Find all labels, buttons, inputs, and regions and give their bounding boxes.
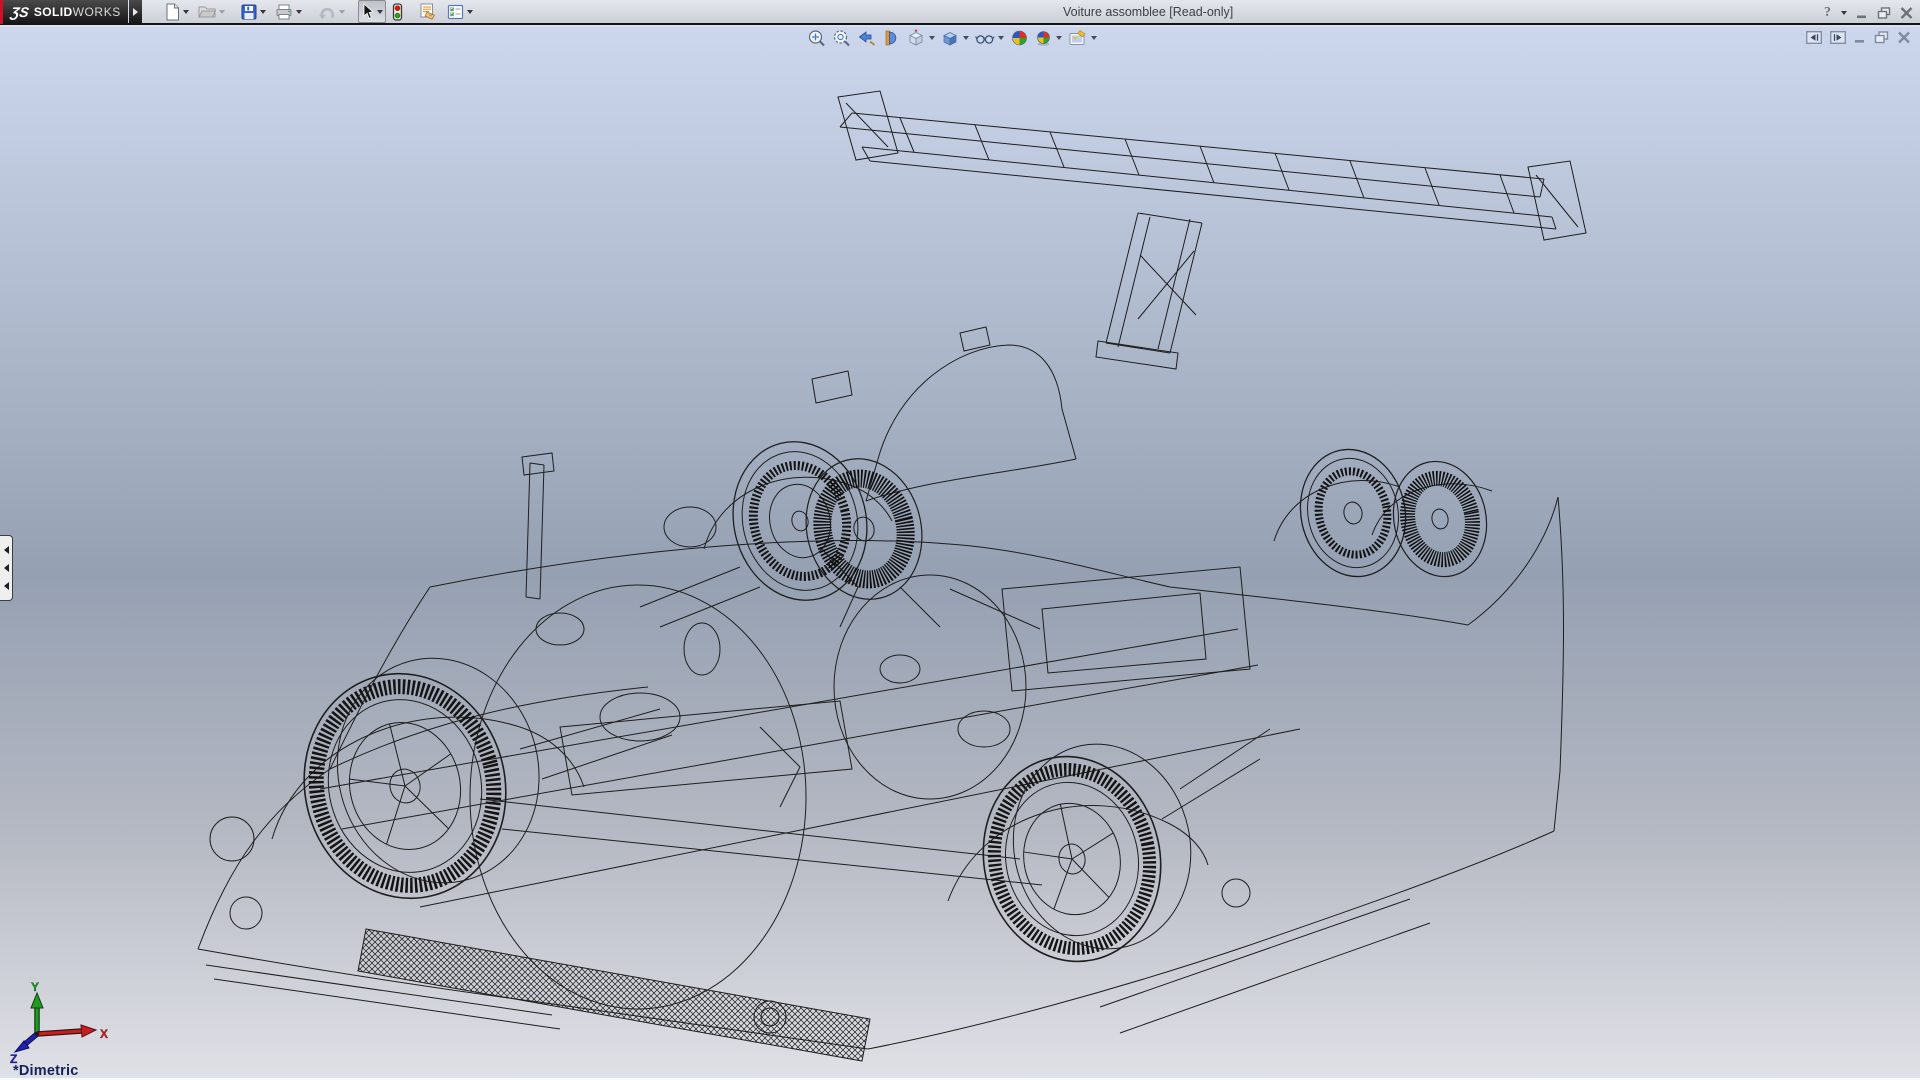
options-button[interactable] — [444, 0, 476, 23]
view-orientation-label: *Dimetric — [13, 1063, 78, 1079]
chevron-down-icon[interactable] — [963, 36, 969, 40]
brake-disc-rear-far — [1383, 453, 1497, 586]
chevron-down-icon[interactable] — [1091, 36, 1097, 40]
print-button[interactable] — [272, 0, 305, 23]
new-document-button[interactable] — [162, 0, 192, 23]
logo-text-light: WORKS — [73, 5, 121, 19]
apply-scene-icon — [1034, 29, 1053, 47]
model-wireframe[interactable] — [0, 27, 1920, 1080]
restore-button[interactable] — [1877, 7, 1891, 19]
wheel-rear-near — [963, 727, 1211, 978]
select-cursor-icon — [361, 3, 374, 20]
restore-icon — [1874, 31, 1889, 44]
left-arrow-icon — [4, 546, 9, 554]
minimize-button[interactable] — [1856, 7, 1868, 19]
view-settings-button[interactable] — [1067, 28, 1099, 48]
display-style-button[interactable] — [940, 28, 971, 48]
solidworks-logo: ƷS SOLID WORKS — [0, 0, 128, 24]
document-close-button[interactable] — [1897, 31, 1911, 44]
chevron-down-icon[interactable] — [929, 36, 935, 40]
display-style-icon — [941, 29, 960, 47]
file-properties-button[interactable] — [416, 0, 441, 23]
document-restore-button[interactable] — [1874, 31, 1889, 44]
minimize-icon — [1856, 7, 1868, 19]
hide-show-items-button[interactable] — [974, 28, 1006, 48]
triad-y-label: Y — [31, 980, 39, 994]
chevron-down-icon[interactable] — [1056, 36, 1062, 40]
previous-view-icon — [857, 29, 877, 47]
file-properties-icon — [419, 3, 438, 20]
view-orientation-button[interactable] — [906, 28, 937, 48]
save-icon — [241, 4, 257, 20]
window-controls: ? — [1824, 0, 1913, 25]
zoom-to-fit-button[interactable] — [806, 28, 828, 48]
chevron-down-icon[interactable] — [377, 10, 383, 14]
chevron-down-icon[interactable] — [260, 10, 266, 14]
zoom-to-fit-icon — [807, 29, 827, 47]
edit-appearance-button[interactable] — [1009, 28, 1030, 48]
chevron-down-icon[interactable] — [467, 10, 473, 14]
wheel-front-far — [717, 427, 884, 614]
chevron-down-icon[interactable] — [998, 36, 1004, 40]
previous-window-button[interactable] — [1806, 31, 1822, 44]
graphics-viewport[interactable]: Y X Z *Dimetric — [0, 27, 1920, 1080]
dassault-3ds-icon: ƷS — [10, 4, 31, 20]
previous-view-button[interactable] — [856, 28, 878, 48]
triad-x-label: X — [100, 1027, 108, 1041]
previous-window-icon — [1806, 31, 1822, 44]
undo-icon — [318, 4, 336, 20]
print-icon — [275, 4, 293, 20]
save-button[interactable] — [238, 0, 269, 23]
left-arrow-icon — [4, 564, 9, 572]
apply-scene-button[interactable] — [1033, 28, 1064, 48]
headsup-view-toolbar — [806, 28, 1099, 48]
left-arrow-icon — [4, 582, 9, 590]
options-checklist-icon — [447, 4, 464, 20]
close-icon — [1897, 31, 1911, 44]
restore-icon — [1877, 7, 1891, 19]
section-view-icon — [882, 29, 902, 47]
next-window-button[interactable] — [1830, 31, 1846, 44]
minimize-icon — [1854, 31, 1866, 44]
window-title: Voiture assomblee [Read-only] — [1063, 0, 1233, 25]
hide-show-items-icon — [975, 29, 995, 47]
wheel-rear-far — [1289, 440, 1417, 587]
zoom-to-area-button[interactable] — [831, 28, 853, 48]
rebuild-button[interactable] — [389, 0, 406, 23]
feature-manager-flyout-tab[interactable] — [0, 535, 13, 601]
document-minimize-button[interactable] — [1854, 31, 1866, 44]
help-button[interactable]: ? — [1824, 5, 1831, 21]
chevron-down-icon[interactable] — [183, 10, 189, 14]
logo-text-bold: SOLID — [34, 5, 73, 19]
right-arrow-icon — [133, 8, 138, 16]
help-chevron-down-icon[interactable] — [1841, 11, 1847, 15]
titlebar: ƷS SOLID WORKS — [0, 0, 1920, 25]
menu-expand-arrow[interactable] — [129, 0, 142, 24]
next-window-icon — [1830, 31, 1846, 44]
orientation-triad: Y X Z — [6, 980, 118, 1068]
chevron-down-icon[interactable] — [296, 10, 302, 14]
section-view-button[interactable] — [881, 28, 903, 48]
main-toolbar — [162, 0, 476, 23]
chevron-down-icon[interactable] — [219, 10, 225, 14]
document-window-controls — [1806, 31, 1911, 44]
open-folder-icon — [198, 4, 216, 19]
zoom-to-area-icon — [832, 29, 852, 47]
view-settings-icon — [1068, 29, 1088, 47]
edit-appearance-icon — [1010, 29, 1029, 47]
select-tool-button[interactable] — [358, 0, 386, 23]
undo-button[interactable] — [315, 0, 348, 23]
close-button[interactable] — [1900, 7, 1913, 19]
new-document-icon — [165, 3, 180, 21]
chevron-down-icon[interactable] — [339, 10, 345, 14]
view-orientation-icon — [907, 29, 926, 47]
close-icon — [1900, 7, 1913, 19]
wheel-front-near — [279, 637, 564, 920]
rebuild-traffic-light-icon — [392, 3, 403, 21]
open-button[interactable] — [195, 0, 228, 23]
